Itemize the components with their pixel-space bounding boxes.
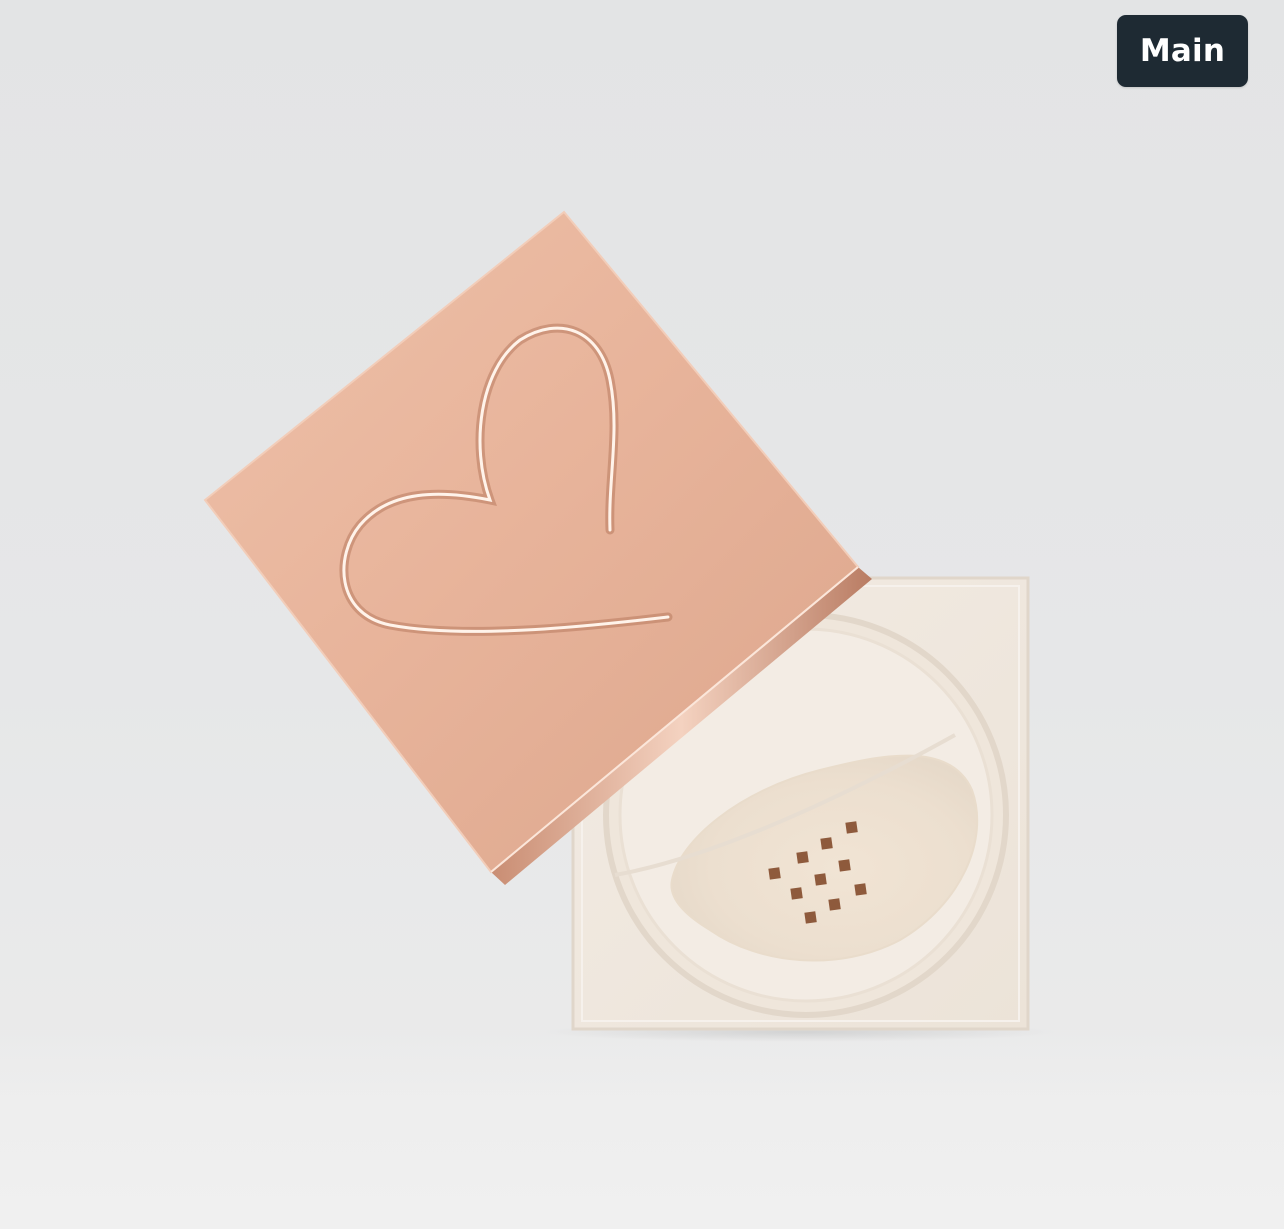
image-viewer: Main <box>0 0 1284 1229</box>
product-image <box>203 210 1060 1042</box>
main-image-badge[interactable]: Main <box>1117 15 1248 87</box>
